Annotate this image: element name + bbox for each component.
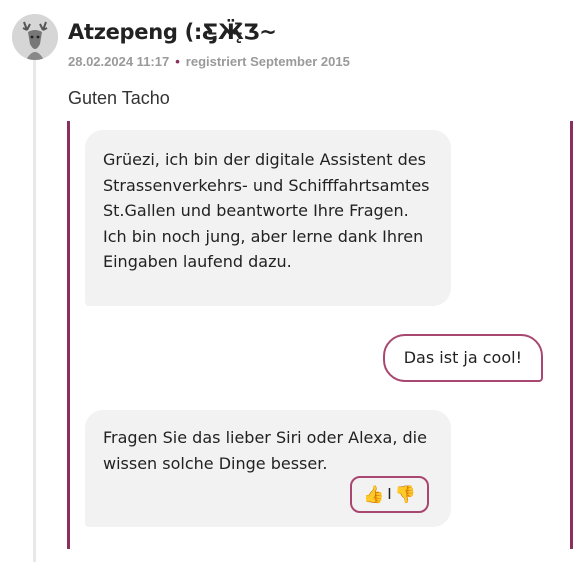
post-meta: 28.02.2024 11:17 • registriert September 2…: [68, 54, 350, 69]
thumbs-down-icon[interactable]: 👎: [395, 486, 416, 503]
thread-line: [33, 60, 36, 562]
registration-info: registriert September 2015: [185, 54, 350, 69]
feedback-widget: 👍 I 👎: [350, 476, 429, 513]
deer-avatar-icon: [12, 14, 58, 60]
post-text: Guten Tacho: [68, 88, 170, 108]
username[interactable]: Atzepeng (:Ƹ̵̡Ӝ̵̨̄Ʒ~: [68, 20, 277, 44]
feedback-separator: I: [387, 485, 392, 503]
meta-separator: •: [175, 54, 180, 69]
post-date: 28.02.2024 11:17: [68, 54, 170, 69]
user-message-bubble: Das ist ja cool!: [382, 334, 543, 382]
chat-screenshot-quote: Grüezi, ich bin der digitale Assistent d…: [67, 121, 573, 549]
bot-message-bubble: Grüezi, ich bin der digitale Assistent d…: [85, 130, 451, 306]
avatar[interactable]: [12, 14, 58, 60]
thumbs-up-icon[interactable]: 👍: [363, 486, 384, 503]
